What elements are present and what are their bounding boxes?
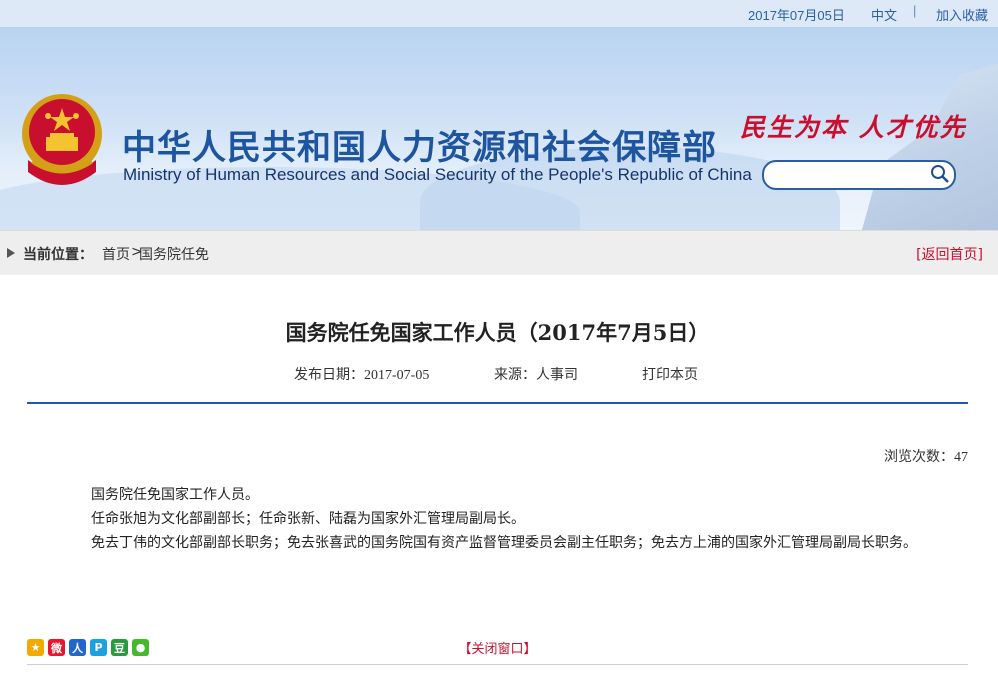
article-container: 国务院任免国家工作人员（2017年7月5日） 发布日期：2017-07-05 来… (27, 275, 968, 685)
breadcrumb-label: 当前位置： (23, 247, 93, 263)
site-title-english: Ministry of Human Resources and Social S… (123, 165, 752, 184)
search-icon[interactable] (930, 164, 950, 184)
source-label: 来源： (494, 367, 536, 383)
national-emblem-icon (22, 94, 102, 185)
language-link[interactable]: 中文 (871, 5, 897, 24)
header-banner: 中华人民共和国人力资源和社会保障部 Ministry of Human Reso… (0, 27, 998, 230)
breadcrumb-home-link[interactable]: 首页 (102, 244, 130, 264)
view-count-value: 47 (954, 450, 968, 465)
article-paragraph: 任命张旭为文化部副部长；任命张新、陆磊为国家外汇管理局副局长。 (91, 511, 525, 527)
source: 来源：人事司 (494, 364, 578, 384)
site-title-chinese: 中华人民共和国人力资源和社会保障部 (122, 128, 717, 168)
view-count-label: 浏览次数： (884, 449, 954, 465)
back-to-home-link[interactable]: [返回首页] (916, 244, 983, 264)
search-input[interactable] (774, 164, 928, 188)
publish-date: 发布日期：2017-07-05 (294, 364, 429, 384)
publish-date-label: 发布日期： (294, 367, 364, 383)
article-paragraph: 国务院任免国家工作人员。 (91, 487, 259, 503)
arrow-right-icon (7, 248, 15, 258)
article-paragraph: 免去丁伟的文化部副部长职务；免去张喜武的国务院国有资产监督管理委员会副主任职务；… (91, 535, 917, 551)
breadcrumb: 当前位置： 首页 > 国务院任免 [返回首页] (0, 230, 998, 275)
source-value: 人事司 (536, 367, 578, 383)
publish-date-value: 2017-07-05 (364, 368, 430, 383)
title-divider (27, 402, 968, 404)
search-box (762, 160, 956, 190)
top-bar: 2017年07月05日 中文 | 加入收藏 (0, 0, 998, 27)
article-body: 国务院任免国家工作人员。 任命张旭为文化部副部长；任命张新、陆磊为国家外汇管理局… (27, 483, 958, 555)
footer-divider (27, 664, 968, 665)
article-title: 国务院任免国家工作人员（2017年7月5日） (285, 320, 710, 345)
slogan: 民生为本 人才优先 (740, 113, 967, 142)
close-window-link[interactable]: 【关闭窗口】 (27, 638, 968, 657)
breadcrumb-current-link[interactable]: 国务院任免 (139, 244, 209, 264)
current-date: 2017年07月05日 (748, 8, 845, 23)
divider: | (913, 3, 917, 18)
print-link[interactable]: 打印本页 (642, 364, 698, 384)
add-favorite-link[interactable]: 加入收藏 (936, 5, 988, 24)
view-count: 浏览次数：47 (884, 446, 968, 466)
